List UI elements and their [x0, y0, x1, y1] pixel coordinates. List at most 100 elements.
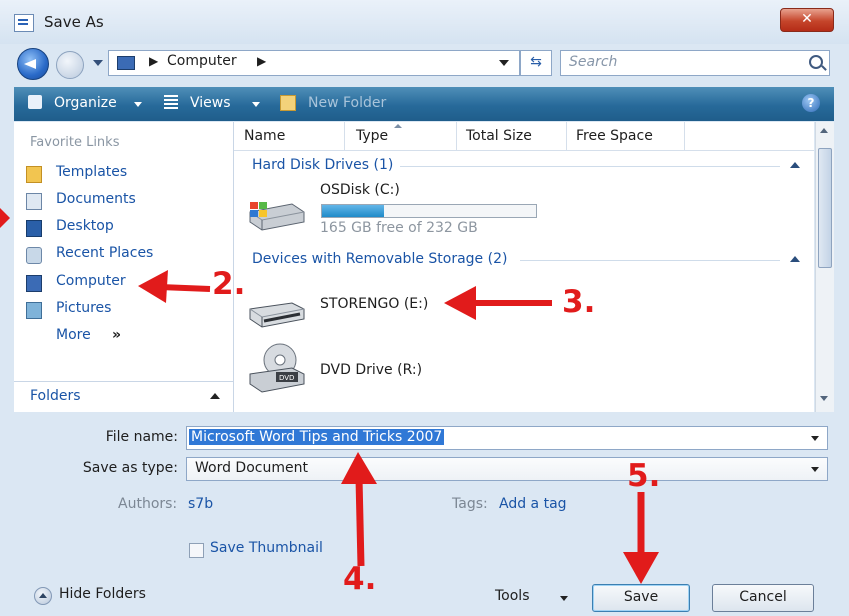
nav-item-label: Pictures	[56, 300, 112, 316]
group-hard-disk-drives[interactable]: Hard Disk Drives (1)	[252, 157, 393, 173]
dvd-drive-icon[interactable]: DVD	[246, 342, 306, 394]
address-dropdown-icon[interactable]	[499, 60, 509, 66]
hard-drive-icon[interactable]	[246, 198, 306, 232]
title-bar: Save As ✕	[0, 0, 849, 44]
collapse-group-icon[interactable]	[790, 162, 800, 168]
group-divider	[520, 260, 780, 261]
save-as-type-value: Word Document	[195, 460, 308, 476]
hide-folders-icon[interactable]	[34, 587, 52, 605]
nav-item-label: Documents	[56, 191, 136, 207]
search-placeholder: Search	[569, 54, 618, 70]
file-name-label: File name:	[105, 429, 178, 445]
close-button[interactable]: ✕	[780, 8, 834, 32]
chevron-up-icon[interactable]	[210, 393, 220, 399]
tools-dropdown-icon[interactable]	[560, 596, 568, 601]
annotation-arrow-5	[623, 492, 659, 584]
drive-storengo-name[interactable]: STORENGO (E:)	[320, 296, 428, 312]
svg-text:DVD: DVD	[279, 374, 294, 382]
address-bar[interactable]: ▶ Computer ▶	[108, 50, 520, 76]
nav-item-label: Desktop	[56, 218, 114, 234]
save-as-type-select[interactable]: Word Document	[186, 457, 828, 481]
column-divider[interactable]	[344, 122, 345, 150]
column-headers: Name Type Total Size Free Space	[234, 122, 814, 151]
drive-osdisk-name[interactable]: OSDisk (C:)	[320, 182, 400, 198]
recent-locations-dropdown[interactable]	[93, 60, 103, 66]
navigation-pane: Favorite Links Templates Documents Deskt…	[14, 122, 234, 412]
command-toolbar: Organize Views New Folder ?	[14, 87, 834, 121]
file-name-input[interactable]: Microsoft Word Tips and Tricks 2007	[186, 426, 828, 450]
back-arrow-icon[interactable]	[17, 48, 49, 80]
forward-arrow-icon[interactable]	[56, 51, 84, 79]
scroll-down-icon[interactable]	[820, 396, 828, 401]
save-button[interactable]: Save	[592, 584, 690, 612]
nav-item-computer[interactable]: Computer	[22, 272, 227, 294]
word-document-icon	[14, 14, 34, 32]
scroll-up-icon[interactable]	[820, 128, 828, 133]
column-divider[interactable]	[684, 122, 685, 150]
nav-item-pictures[interactable]: Pictures	[22, 299, 227, 321]
nav-item-label: Computer	[56, 273, 126, 289]
save-as-type-label: Save as type:	[82, 460, 178, 476]
more-chevron-icon: »	[112, 327, 122, 343]
drive-osdisk-free-space: 165 GB free of 232 GB	[320, 220, 478, 236]
views-button[interactable]: Views	[190, 95, 231, 111]
nav-item-documents[interactable]: Documents	[22, 190, 227, 212]
views-icon	[164, 95, 178, 109]
desktop-icon	[26, 220, 42, 237]
organize-button[interactable]: Organize	[54, 95, 117, 111]
pictures-icon	[26, 302, 42, 319]
collapse-group-icon[interactable]	[790, 256, 800, 262]
nav-item-label: Recent Places	[56, 245, 154, 261]
documents-icon	[26, 193, 42, 210]
refresh-icon[interactable]: ⇆	[520, 50, 552, 76]
views-dropdown-icon[interactable]	[252, 102, 260, 107]
removable-drive-icon[interactable]	[246, 297, 306, 331]
disk-usage-fill	[322, 205, 385, 217]
group-divider	[400, 166, 780, 167]
nav-item-label: Templates	[56, 164, 128, 180]
nav-item-recent-places[interactable]: Recent Places	[22, 244, 227, 266]
breadcrumb-computer[interactable]: Computer	[167, 53, 237, 69]
file-name-dropdown-icon[interactable]	[811, 436, 819, 441]
cancel-button[interactable]: Cancel	[712, 584, 814, 612]
annotation-arrow-1	[0, 208, 10, 228]
save-as-dialog: Save As ✕ ▶ Computer ▶ ⇆ Search Organize…	[0, 0, 849, 616]
tools-button[interactable]: Tools	[495, 588, 530, 604]
sort-indicator-icon	[394, 124, 402, 128]
group-removable-storage[interactable]: Devices with Removable Storage (2)	[252, 251, 507, 267]
disk-usage-bar	[321, 204, 537, 218]
breadcrumb-chevron-icon[interactable]: ▶	[149, 54, 158, 68]
search-input[interactable]: Search	[560, 50, 830, 76]
column-free-space[interactable]: Free Space	[576, 128, 653, 144]
new-folder-button[interactable]: New Folder	[308, 95, 386, 111]
authors-value[interactable]: s7b	[188, 496, 213, 512]
column-divider[interactable]	[566, 122, 567, 150]
breadcrumb-chevron-icon[interactable]: ▶	[257, 54, 266, 68]
save-thumbnail-checkbox[interactable]	[189, 543, 204, 558]
annotation-number-5: 5.	[627, 458, 661, 494]
save-as-type-dropdown-icon[interactable]	[811, 467, 819, 472]
file-list-pane: Name Type Total Size Free Space Hard Dis…	[234, 122, 814, 412]
column-divider[interactable]	[456, 122, 457, 150]
drive-dvd-name[interactable]: DVD Drive (R:)	[320, 362, 422, 378]
save-thumbnail-label[interactable]: Save Thumbnail	[210, 540, 323, 556]
column-name[interactable]: Name	[244, 128, 285, 144]
annotation-number-2: 2.	[212, 266, 246, 302]
help-icon[interactable]: ?	[802, 94, 820, 112]
column-total-size[interactable]: Total Size	[466, 128, 532, 144]
authors-label: Authors:	[118, 496, 178, 512]
search-icon[interactable]	[809, 55, 823, 69]
nav-item-desktop[interactable]: Desktop	[22, 217, 227, 239]
computer-icon	[117, 56, 135, 70]
hide-folders-button[interactable]: Hide Folders	[59, 586, 146, 602]
window-title: Save As	[44, 13, 104, 31]
nav-more-link[interactable]: More »	[22, 326, 227, 348]
add-tag-link[interactable]: Add a tag	[499, 496, 567, 512]
column-type[interactable]: Type	[356, 128, 388, 144]
annotation-number-4: 4.	[343, 561, 377, 597]
folders-toggle[interactable]: Folders	[14, 381, 233, 412]
organize-dropdown-icon[interactable]	[134, 102, 142, 107]
scroll-thumb[interactable]	[818, 148, 832, 268]
nav-item-templates[interactable]: Templates	[22, 163, 227, 185]
vertical-scrollbar[interactable]	[815, 122, 834, 412]
